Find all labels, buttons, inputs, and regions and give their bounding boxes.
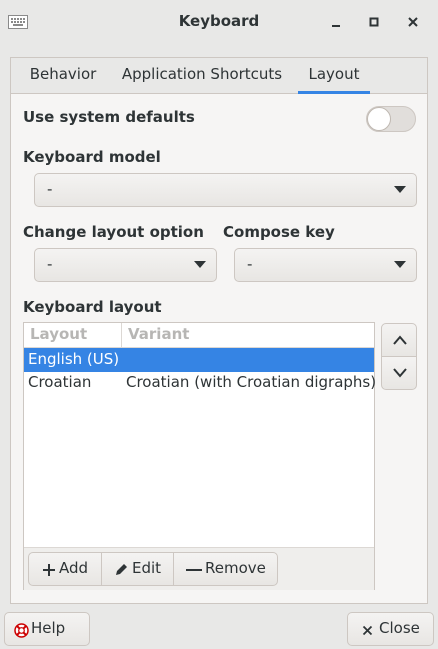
minus-icon (186, 569, 202, 571)
list-toolbar: Add Edit Remove (24, 547, 374, 590)
change-layout-option-value: - (47, 255, 53, 273)
remove-button-label: Remove (205, 559, 266, 577)
add-button[interactable]: Add (28, 552, 102, 586)
help-button[interactable]: Help (4, 612, 90, 646)
row-variant: Croatian (with Croatian digraphs) (126, 373, 377, 391)
maximize-icon[interactable] (366, 14, 382, 30)
remove-button[interactable]: Remove (173, 552, 278, 586)
help-lifebuoy-icon (14, 623, 29, 638)
list-header: Layout Variant (24, 323, 374, 348)
keyboard-layout-label: Keyboard layout (23, 298, 162, 316)
close-button[interactable]: Close (347, 612, 434, 646)
keyboard-model-value: - (47, 180, 53, 198)
tab-behavior[interactable]: Behavior (21, 58, 105, 94)
table-row[interactable]: English (US) (24, 348, 374, 372)
row-layout: Croatian (28, 373, 92, 391)
column-divider (121, 323, 122, 348)
tab-application-shortcuts[interactable]: Application Shortcuts (119, 58, 285, 94)
column-header-layout[interactable]: Layout (30, 325, 87, 343)
keyboard-model-combo[interactable]: - (34, 173, 417, 207)
chevron-down-icon (393, 368, 407, 378)
move-down-button[interactable] (381, 356, 417, 390)
chevron-down-icon (394, 261, 406, 268)
compose-key-label: Compose key (223, 223, 335, 241)
help-button-label: Help (31, 619, 66, 637)
change-layout-option-label: Change layout option (23, 223, 204, 241)
keyboard-model-label: Keyboard model (23, 148, 161, 166)
plus-icon (43, 564, 55, 576)
tab-layout[interactable]: Layout (298, 58, 370, 94)
table-row[interactable]: Croatian Croatian (with Croatian digraph… (24, 371, 377, 395)
change-layout-option-combo[interactable]: - (34, 248, 217, 282)
column-header-variant[interactable]: Variant (128, 325, 189, 343)
chevron-up-icon (393, 335, 407, 345)
pencil-icon (116, 564, 127, 575)
row-layout: English (US) (28, 350, 120, 368)
close-icon (362, 625, 373, 636)
use-system-defaults-switch[interactable] (366, 106, 416, 132)
edit-button-label: Edit (132, 559, 162, 577)
compose-key-value: - (247, 255, 253, 273)
edit-button[interactable]: Edit (101, 552, 174, 586)
use-system-defaults-label: Use system defaults (23, 108, 195, 126)
minimize-icon[interactable] (328, 14, 344, 30)
compose-key-combo[interactable]: - (234, 248, 417, 282)
tab-panel: Behavior Application Shortcuts Layout Us… (10, 57, 428, 604)
chevron-down-icon (194, 261, 206, 268)
chevron-down-icon (394, 186, 406, 193)
close-icon[interactable] (405, 14, 421, 30)
title-bar: Keyboard (0, 0, 438, 46)
switch-knob (367, 107, 391, 131)
close-button-label: Close (379, 619, 420, 637)
tab-bar: Behavior Application Shortcuts Layout (11, 58, 427, 94)
add-button-label: Add (59, 559, 89, 577)
move-up-button[interactable] (381, 323, 417, 357)
keyboard-layout-list: Layout Variant English (US) Croatian Cro… (23, 322, 377, 590)
